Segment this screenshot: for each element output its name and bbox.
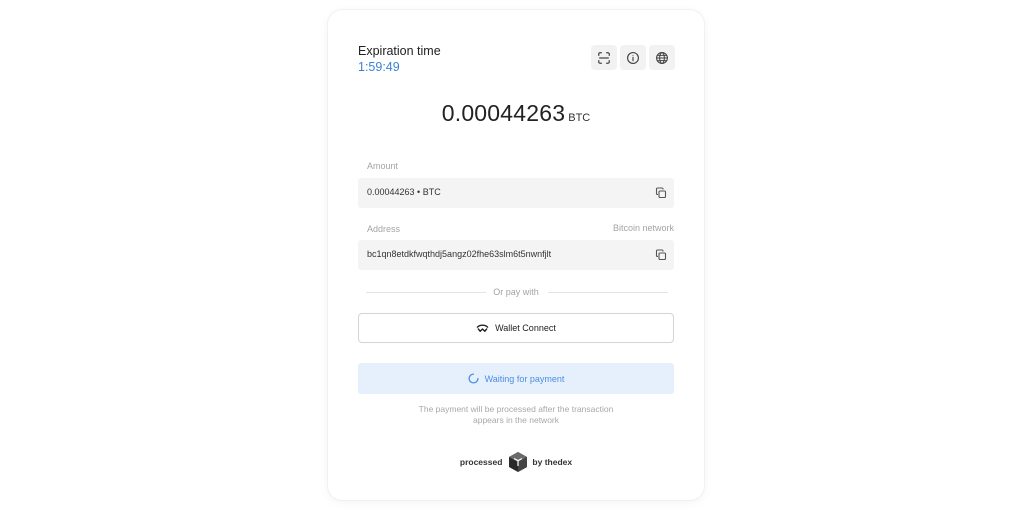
address-field[interactable]: bc1qn8etdkfwqthdj5angz02fhe63slm6t5nwnfj… bbox=[358, 240, 674, 270]
address-field-value: bc1qn8etdkfwqthdj5angz02fhe63slm6t5nwnfj… bbox=[367, 249, 552, 259]
wallet-connect-label: Wallet Connect bbox=[495, 323, 556, 333]
footer-thedex-text: by thedex bbox=[532, 457, 573, 467]
divider-line-right bbox=[548, 292, 668, 293]
copy-amount-button[interactable] bbox=[654, 186, 668, 200]
processing-note-line1: The payment will be processed after the … bbox=[418, 404, 614, 414]
scan-button[interactable] bbox=[591, 45, 617, 70]
globe-icon bbox=[656, 51, 668, 64]
processing-note: The payment will be processed after the … bbox=[388, 404, 644, 426]
expiration-timer: 1:59:49 bbox=[358, 60, 400, 74]
copy-icon bbox=[655, 249, 667, 261]
info-button[interactable] bbox=[620, 45, 646, 70]
address-label: Address bbox=[367, 224, 401, 234]
spinner-icon bbox=[468, 373, 479, 384]
waiting-status-label: Waiting for payment bbox=[484, 373, 565, 384]
wallet-connect-icon bbox=[476, 324, 489, 332]
processing-note-line2: appears in the network bbox=[473, 415, 559, 425]
thedex-logo-icon bbox=[509, 452, 528, 472]
copy-icon bbox=[655, 187, 667, 199]
waiting-status-button: Waiting for payment bbox=[358, 363, 674, 394]
copy-address-button[interactable] bbox=[654, 248, 668, 262]
amount-currency: BTC bbox=[568, 112, 591, 124]
wallet-connect-button[interactable]: Wallet Connect bbox=[358, 313, 674, 343]
amount-field-value: 0.00044263 • BTC bbox=[367, 187, 441, 197]
network-label: Bitcoin network bbox=[612, 223, 674, 233]
amount-value: 0.00044263 bbox=[441, 100, 566, 126]
payment-card: Expiration time 1:59:49 0.00044263 BTC Am… bbox=[328, 10, 704, 500]
amount-label: Amount bbox=[367, 161, 399, 171]
amount-field[interactable]: 0.00044263 • BTC bbox=[358, 178, 674, 208]
language-button[interactable] bbox=[649, 45, 675, 70]
footer-processed-text: processed bbox=[459, 457, 503, 467]
payment-amount: 0.00044263 BTC bbox=[328, 100, 704, 127]
info-icon bbox=[627, 51, 639, 64]
processed-by-footer: processed by thedex bbox=[328, 451, 704, 473]
expiration-label: Expiration time bbox=[358, 44, 441, 58]
scan-icon bbox=[598, 51, 610, 64]
